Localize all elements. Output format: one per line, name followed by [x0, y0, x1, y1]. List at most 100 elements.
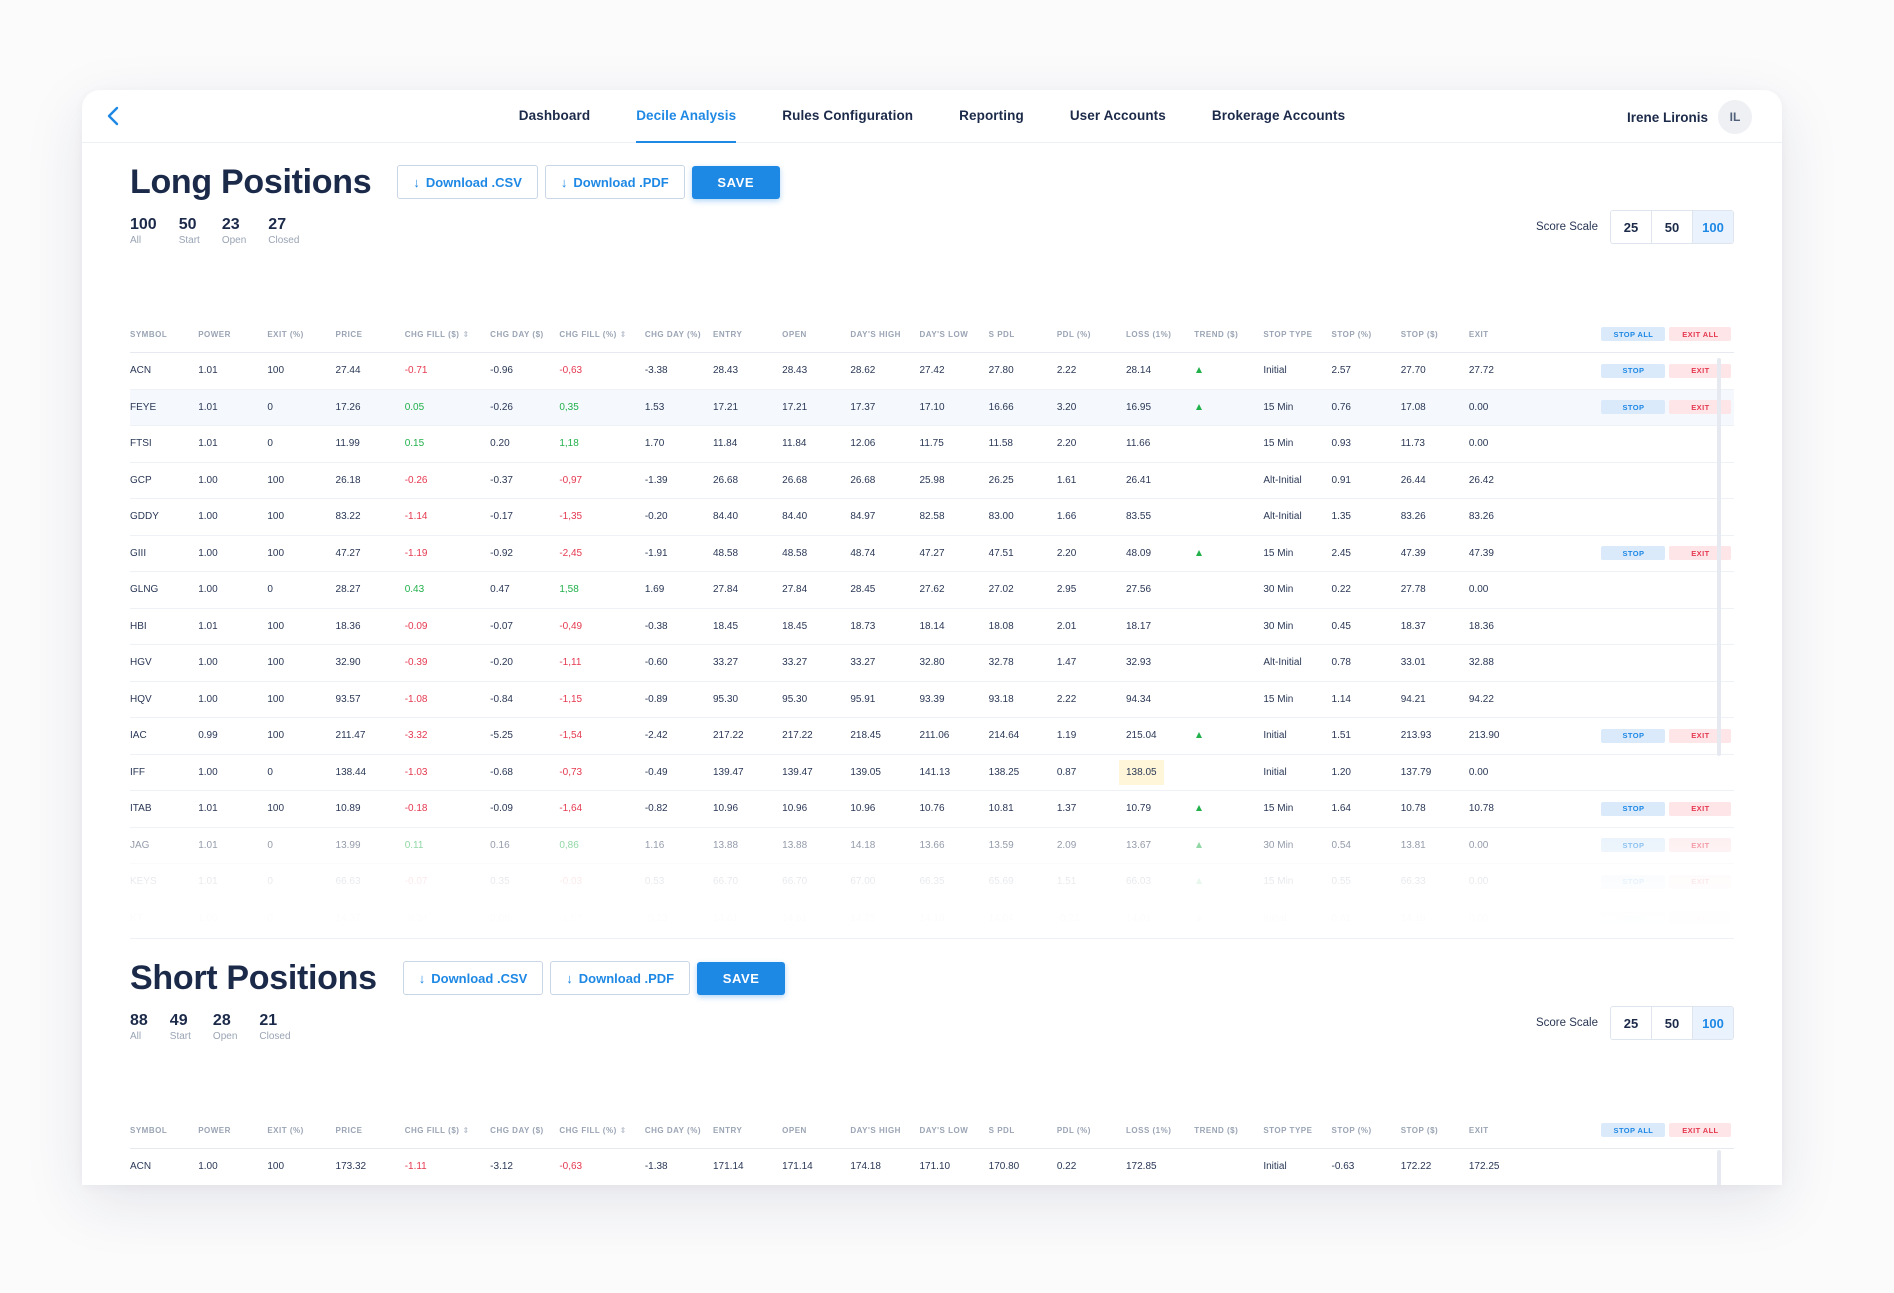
table-row[interactable]: FTSI 1.01 0 11.99 0.15 0.20 1,18 1.70 11.84 11.84…: [130, 426, 1734, 463]
score-option-25[interactable]: 25: [1611, 1007, 1652, 1039]
score-option-25[interactable]: 25: [1611, 211, 1652, 243]
column-header[interactable]: CHG FILL ($) ⇕: [405, 330, 490, 339]
avatar[interactable]: IL: [1718, 100, 1752, 134]
cell-open: 171.14: [782, 1161, 813, 1173]
arrow-down-icon: ↓: [566, 970, 573, 986]
stop-button[interactable]: STOP: [1601, 801, 1666, 816]
sort-icon[interactable]: ⇕: [462, 330, 469, 339]
cell-open: 84.40: [782, 511, 808, 523]
column-header: LOSS (1%): [1126, 1126, 1194, 1135]
stop-button[interactable]: STOP: [1601, 400, 1666, 415]
table-scrollbar[interactable]: [1717, 1150, 1721, 1185]
table-row[interactable]: ACN 1.00 100 173.32 -1.11 -3.12 -0,63 -1.38 171.…: [130, 1149, 1734, 1185]
stop-button[interactable]: STOP: [1601, 874, 1666, 889]
exit-button[interactable]: EXIT: [1669, 801, 1732, 816]
table-scrollbar[interactable]: [1717, 358, 1721, 756]
cell-stop-pct: 1.14: [1331, 693, 1351, 705]
stat-start[interactable]: 50 Start: [179, 216, 200, 246]
cell-days-high: 139.05: [850, 766, 881, 778]
save-button[interactable]: SAVE: [697, 961, 786, 995]
table-row[interactable]: FEYE 1.01 0 17.26 0.05 -0.26 0,35 1.53 17.21 17.2…: [130, 389, 1734, 426]
cell-chg-fill-pct: -1,35: [559, 511, 583, 523]
cell-days-low: 141.13: [919, 766, 951, 778]
row-actions: STOP EXIT: [1601, 363, 1734, 378]
stat-closed[interactable]: 27 Closed: [268, 216, 299, 246]
stop-all-button[interactable]: STOP ALL: [1601, 327, 1666, 341]
table-row[interactable]: ACN 1.01 100 27.44 -0.71 -0.96 -0,63 -3.38 28.43…: [130, 353, 1734, 390]
stat-open[interactable]: 28 Open: [213, 1012, 237, 1042]
exit-button[interactable]: EXIT: [1669, 400, 1732, 415]
table-row[interactable]: ITAB 1.01 100 10.89 -0.18 -0.09 -1,64 -0.82 10.9…: [130, 791, 1734, 828]
column-header[interactable]: CHG FILL (%) ⇕: [559, 330, 644, 339]
stat-closed[interactable]: 21 Closed: [259, 1012, 290, 1042]
save-button[interactable]: SAVE: [691, 165, 780, 199]
table-row[interactable]: KEYS 1.01 0 66.63 -0.07 0.35 -0.03 0.53 66.70 66.…: [130, 864, 1734, 901]
stop-button[interactable]: STOP: [1601, 911, 1666, 926]
exit-button[interactable]: EXIT: [1669, 363, 1732, 378]
cell-stop-pct: 0.54: [1331, 839, 1351, 851]
download-pdf-button[interactable]: ↓ Download .PDF: [550, 961, 691, 995]
download-csv-label: Download .CSV: [425, 174, 522, 190]
table-row[interactable]: JAG 1.01 0 13.99 0.11 0.16 0,86 1.16 13.88 13.88 1…: [130, 828, 1734, 864]
sort-icon[interactable]: ⇕: [620, 1126, 627, 1135]
stat-all[interactable]: 100 All: [130, 216, 157, 246]
stat-label: Start: [169, 1031, 191, 1042]
exit-button[interactable]: EXIT: [1669, 874, 1732, 889]
nav-tab-dashboard[interactable]: Dashboard: [496, 90, 613, 142]
stop-button[interactable]: STOP: [1601, 546, 1666, 561]
cell-exit-pct: 100: [267, 547, 285, 559]
column-header: TREND ($): [1194, 1126, 1263, 1135]
table-row[interactable]: GIII 1.00 100 47.27 -1.19 -0.92 -2,45 -1.91 48.5…: [130, 536, 1734, 572]
column-header[interactable]: CHG FILL ($) ⇕: [405, 1126, 490, 1135]
stat-all[interactable]: 88 All: [130, 1012, 148, 1042]
column-header: CHG DAY ($): [490, 330, 559, 339]
table-row[interactable]: IFF 1.00 0 138.44 -1.03 -0.68 -0,73 -0.49 139.47…: [130, 755, 1734, 791]
table-row[interactable]: GCP 1.00 100 26.18 -0.26 -0.37 -0,97 -1.39 26.68…: [130, 463, 1734, 499]
score-option-50[interactable]: 50: [1652, 1007, 1693, 1039]
exit-all-button[interactable]: EXIT ALL: [1669, 1123, 1732, 1137]
table-row[interactable]: HGV 1.00 100 32.90 -0.39 -0.20 -1,11 -0.60 33.27…: [130, 645, 1734, 682]
score-option-100[interactable]: 100: [1693, 1007, 1733, 1039]
exit-button[interactable]: EXIT: [1669, 546, 1732, 561]
nav-tab-reporting[interactable]: Reporting: [936, 90, 1047, 142]
cell-days-high: 48.74: [850, 547, 876, 559]
table-row[interactable]: GLNG 1.00 0 28.27 0.43 0.47 1,58 1.69 27.84 27.84…: [130, 572, 1734, 609]
position-stats: 88 All 49 Start 28 Open 21 Closed: [130, 1012, 1734, 1042]
column-header[interactable]: CHG FILL (%) ⇕: [559, 1126, 644, 1135]
cell-pdl-pct: 2.22: [1056, 693, 1077, 705]
cell-entry: 28.43: [713, 365, 739, 377]
download-csv-button[interactable]: ↓ Download .CSV: [397, 165, 538, 199]
table-row[interactable]: HBI 1.01 100 18.36 -0.09 -0.07 -0,49 -0.38 18.45…: [130, 609, 1734, 645]
cell-pdl-pct: 2.09: [1056, 839, 1077, 851]
download-pdf-button[interactable]: ↓ Download .PDF: [544, 165, 685, 199]
table-row[interactable]: HQV 1.00 100 93.57 -1.08 -0.84 -1,15 -0.89 95.30…: [130, 682, 1734, 718]
stat-open[interactable]: 23 Open: [222, 216, 246, 246]
stop-button[interactable]: STOP: [1601, 363, 1666, 378]
user-menu[interactable]: Irene Lironis IL: [1627, 100, 1752, 134]
table-row[interactable]: IAC 0.99 100 211.47 -3.32 -5.25 -1,54 -2.42 217.…: [130, 718, 1734, 755]
stat-start[interactable]: 49 Start: [170, 1012, 191, 1042]
stop-button[interactable]: STOP: [1601, 838, 1666, 853]
exit-all-button[interactable]: EXIT ALL: [1669, 327, 1732, 341]
stop-button[interactable]: STOP: [1601, 728, 1666, 743]
score-option-50[interactable]: 50: [1652, 211, 1693, 243]
nav-tab-decile-analysis[interactable]: Decile Analysis: [613, 90, 759, 143]
row-actions: STOP EXIT: [1601, 911, 1734, 926]
sort-icon[interactable]: ⇕: [620, 330, 627, 339]
table-row[interactable]: GDDY 1.00 100 83.22 -1.14 -0.17 -1,35 -0.20 84.4…: [130, 499, 1734, 536]
nav-tab-brokerage-accounts[interactable]: Brokerage Accounts: [1189, 90, 1368, 142]
nav-tab-user-accounts[interactable]: User Accounts: [1047, 90, 1189, 142]
table-row[interactable]: KT 1.00 0 14.37 -0.24 0.08 -1.57 -0.23 14.61 14.6…: [130, 901, 1734, 937]
cell-stop-type: 15 Min: [1263, 876, 1294, 888]
score-option-100[interactable]: 100: [1693, 211, 1733, 243]
cell-power: 1.00: [198, 912, 218, 924]
stop-all-button[interactable]: STOP ALL: [1601, 1123, 1666, 1137]
download-csv-button[interactable]: ↓ Download .CSV: [402, 961, 544, 995]
exit-button[interactable]: EXIT: [1669, 911, 1732, 926]
sort-icon[interactable]: ⇕: [462, 1126, 469, 1135]
nav-tab-rules-configuration[interactable]: Rules Configuration: [759, 90, 936, 142]
column-header: SYMBOL: [130, 1126, 198, 1135]
column-header-label: CHG DAY ($): [490, 329, 544, 339]
exit-button[interactable]: EXIT: [1669, 728, 1732, 743]
exit-button[interactable]: EXIT: [1669, 838, 1732, 853]
